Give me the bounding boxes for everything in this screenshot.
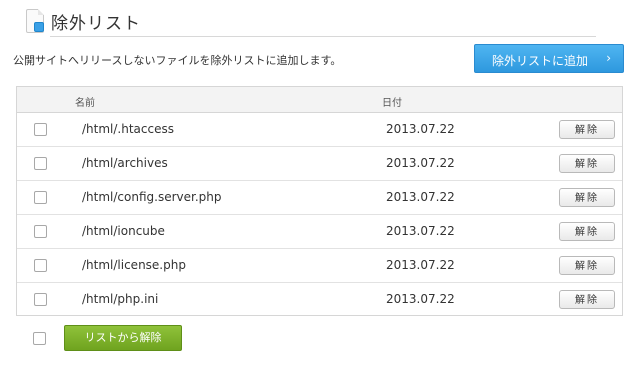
remove-row-button[interactable]: 解除: [559, 256, 615, 275]
table-row: /html/license.php 2013.07.22 解除: [17, 249, 622, 283]
add-button-label: 除外リストに追加: [491, 54, 588, 68]
select-all-checkbox[interactable]: [33, 332, 46, 345]
file-date: 2013.07.22: [386, 190, 455, 204]
document-icon: [26, 9, 44, 33]
page-title: 除外リスト: [51, 14, 141, 34]
page-header: 除外リスト: [26, 6, 596, 38]
table-header: 名前 日付: [17, 87, 622, 113]
file-path: /html/archives: [82, 156, 168, 170]
file-date: 2013.07.22: [386, 156, 455, 170]
exclusion-table: 名前 日付 /html/.htaccess 2013.07.22 解除 /htm…: [16, 86, 623, 316]
file-date: 2013.07.22: [386, 258, 455, 272]
column-header-date: 日付: [382, 98, 402, 109]
table-row: /html/php.ini 2013.07.22 解除: [17, 283, 622, 317]
table-row: /html/ioncube 2013.07.22 解除: [17, 215, 622, 249]
table-row: /html/config.server.php 2013.07.22 解除: [17, 181, 622, 215]
file-path: /html/php.ini: [82, 292, 159, 306]
file-date: 2013.07.22: [386, 224, 455, 238]
chevron-right-icon: ›: [606, 51, 611, 65]
file-path: /html/ioncube: [82, 224, 165, 238]
add-to-exclusion-list-button[interactable]: 除外リストに追加 ›: [474, 44, 624, 73]
remove-row-button[interactable]: 解除: [559, 120, 615, 139]
row-checkbox[interactable]: [34, 123, 47, 136]
file-path: /html/license.php: [82, 258, 186, 272]
row-checkbox[interactable]: [34, 157, 47, 170]
header-divider: [50, 36, 596, 37]
column-header-name: 名前: [75, 98, 95, 109]
page-description: 公開サイトへリリースしないファイルを除外リストに追加します。: [13, 54, 342, 67]
row-checkbox[interactable]: [34, 293, 47, 306]
remove-row-button[interactable]: 解除: [559, 188, 615, 207]
remove-row-button[interactable]: 解除: [559, 154, 615, 173]
file-path: /html/config.server.php: [82, 190, 222, 204]
row-checkbox[interactable]: [34, 191, 47, 204]
remove-row-button[interactable]: 解除: [559, 290, 615, 309]
remove-from-list-button[interactable]: リストから解除: [64, 325, 182, 351]
file-date: 2013.07.22: [386, 292, 455, 306]
file-date: 2013.07.22: [386, 122, 455, 136]
row-checkbox[interactable]: [34, 225, 47, 238]
row-checkbox[interactable]: [34, 259, 47, 272]
remove-row-button[interactable]: 解除: [559, 222, 615, 241]
table-row: /html/archives 2013.07.22 解除: [17, 147, 622, 181]
file-path: /html/.htaccess: [82, 122, 174, 136]
table-row: /html/.htaccess 2013.07.22 解除: [17, 113, 622, 147]
